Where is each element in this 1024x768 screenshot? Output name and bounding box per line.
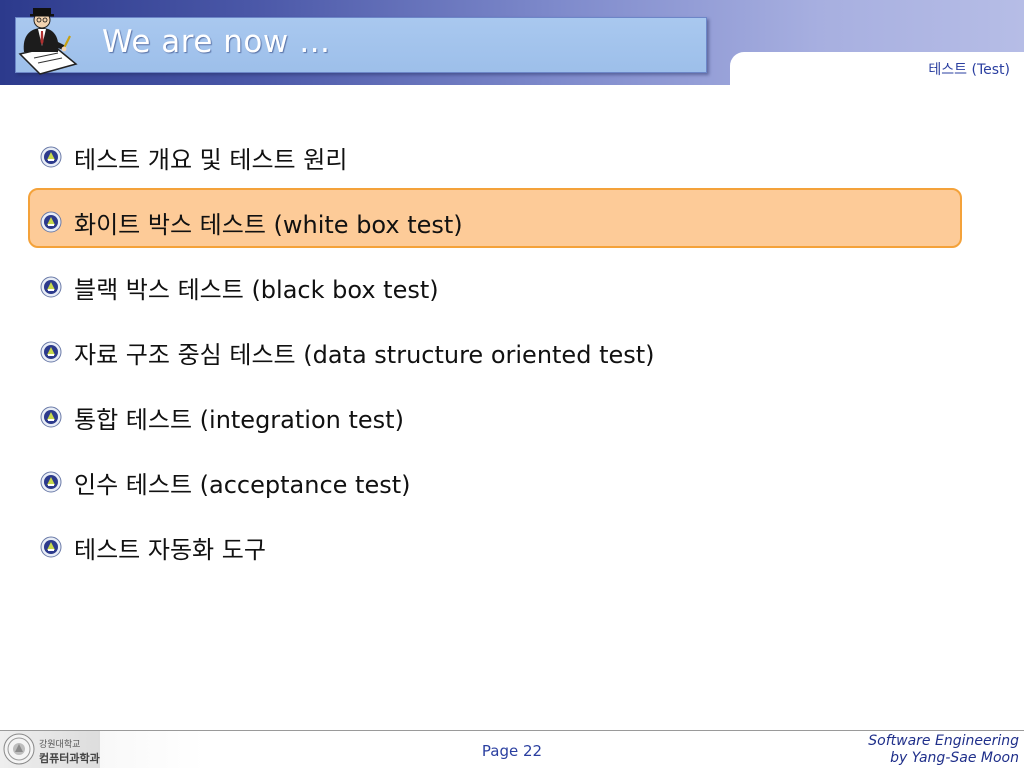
university-emblem-bullet-icon (40, 341, 62, 363)
slide-title: We are now … (102, 24, 331, 60)
list-item-label: 통합 테스트 (integration test) (74, 405, 404, 434)
list-item-label: 테스트 자동화 도구 (74, 535, 266, 564)
list-item: 인수 테스트 (acceptance test) (40, 462, 411, 502)
university-emblem-bullet-icon (40, 406, 62, 428)
list-item-label: 인수 테스트 (acceptance test) (74, 470, 411, 499)
course-name: Software Engineering (868, 733, 1019, 749)
list-item-current: 화이트 박스 테스트 (white box test) (40, 202, 463, 242)
list-item-label: 자료 구조 중심 테스트 (data structure oriented te… (74, 340, 655, 369)
university-emblem-bullet-icon (40, 276, 62, 298)
businessman-writing-icon (18, 8, 78, 75)
list-item-label: 화이트 박스 테스트 (white box test) (74, 210, 463, 239)
author-name: by Yang-Sae Moon (890, 750, 1019, 766)
section-label: 테스트 (Test) (928, 62, 1010, 78)
list-item-label: 블랙 박스 테스트 (black box test) (74, 275, 439, 304)
university-emblem-bullet-icon (40, 471, 62, 493)
list-item: 통합 테스트 (integration test) (40, 397, 404, 437)
list-item: 자료 구조 중심 테스트 (data structure oriented te… (40, 332, 655, 372)
footer-credit: Software Engineering by Yang-Sae Moon (868, 733, 1019, 767)
university-emblem-bullet-icon (40, 536, 62, 558)
list-item: 테스트 개요 및 테스트 원리 (40, 137, 347, 177)
university-emblem-bullet-icon (40, 146, 62, 168)
university-emblem-bullet-icon (40, 211, 62, 233)
list-item: 테스트 자동화 도구 (40, 527, 266, 567)
list-item: 블랙 박스 테스트 (black box test) (40, 267, 439, 307)
list-item-label: 테스트 개요 및 테스트 원리 (74, 145, 348, 174)
